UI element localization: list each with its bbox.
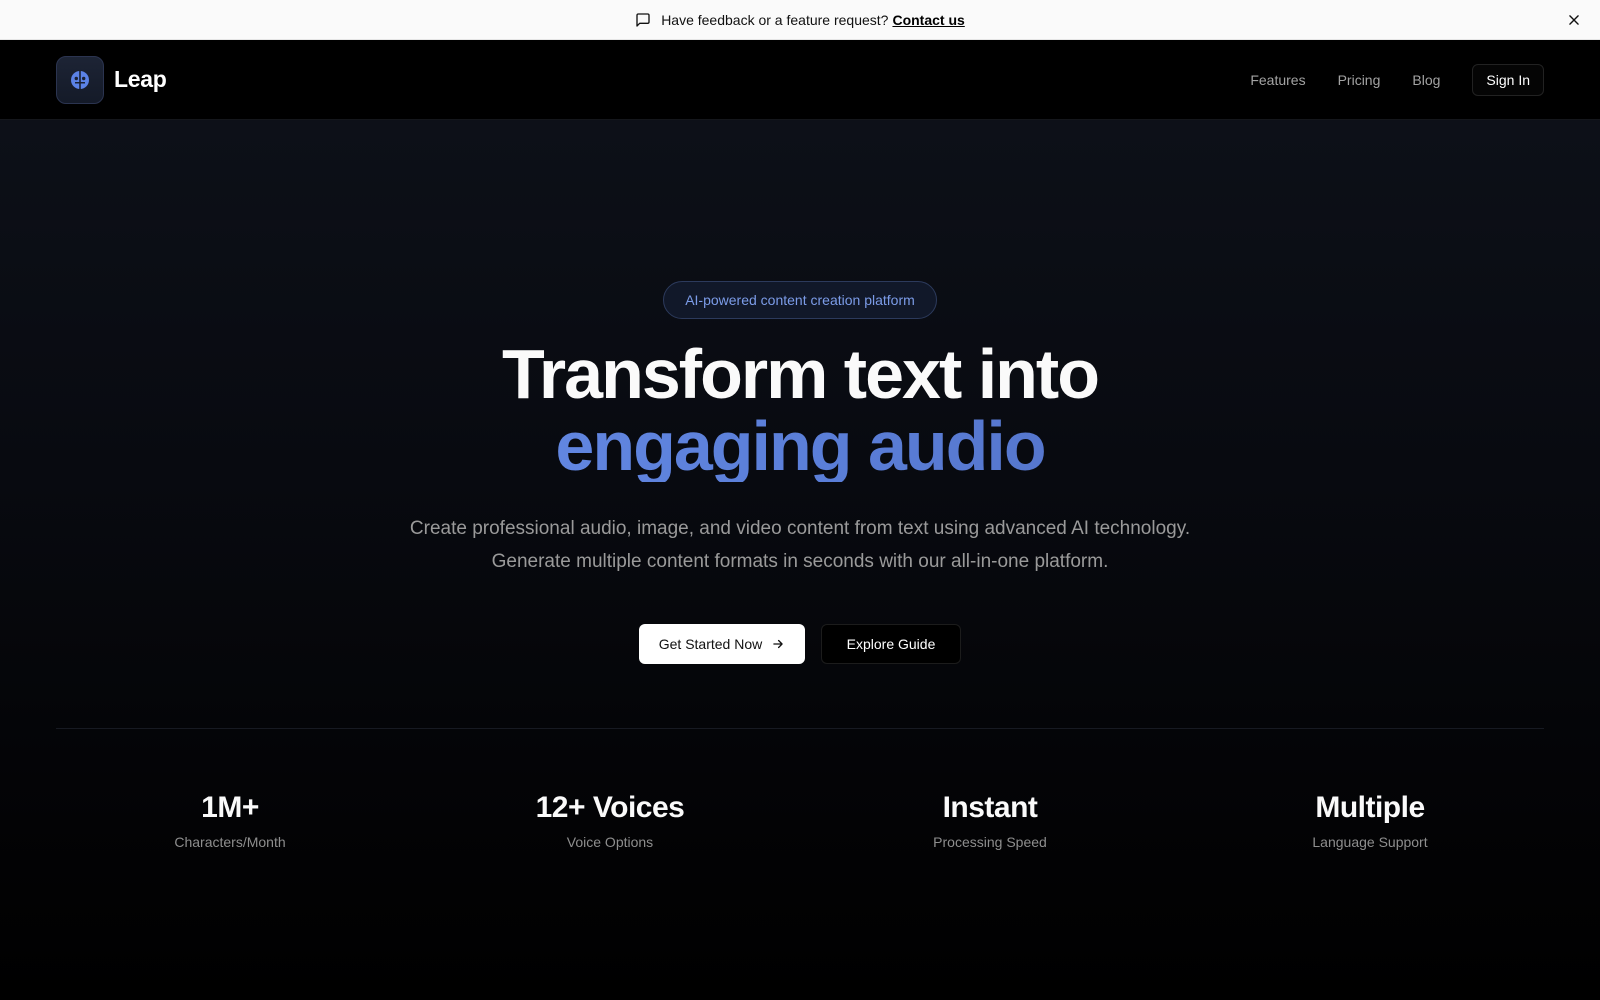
logo[interactable]: [56, 55, 104, 104]
hero-headline: Transform text into engaging audio: [0, 338, 1600, 482]
hero-subtitle: Create professional audio, image, and vi…: [409, 518, 1191, 572]
chat-bubble-icon: [635, 12, 651, 28]
stat-item: Multiple Language Support: [1180, 790, 1560, 850]
headline-line-2: engaging audio: [0, 410, 1600, 482]
explore-guide-button[interactable]: Explore Guide: [821, 624, 961, 664]
hero-section: AI-powered content creation platform Tra…: [0, 120, 1600, 1000]
cta-row: Get Started Now Explore Guide: [0, 624, 1600, 664]
nav-pricing[interactable]: Pricing: [1338, 72, 1381, 88]
stat-value: Multiple: [1315, 791, 1425, 824]
site-header: Leap Features Pricing Blog Sign In: [0, 40, 1600, 120]
stat-item: 12+ Voices Voice Options: [420, 790, 800, 850]
close-icon: [1569, 15, 1579, 25]
stat-label: Processing Speed: [933, 834, 1047, 850]
stat-value: 1M+: [201, 791, 259, 824]
get-started-button[interactable]: Get Started Now: [639, 624, 805, 664]
nav-features[interactable]: Features: [1250, 72, 1305, 88]
stats-row: 1M+ Characters/Month 12+ Voices Voice Op…: [40, 790, 1560, 850]
stat-label: Voice Options: [566, 834, 654, 850]
banner-message: Have feedback or a feature request?: [661, 11, 889, 28]
close-banner-button[interactable]: [1564, 10, 1584, 30]
contact-us-link[interactable]: Contact us: [892, 12, 964, 28]
main-nav: Features Pricing Blog Sign In: [1250, 63, 1544, 96]
section-divider: [56, 728, 1544, 729]
stat-item: Instant Processing Speed: [800, 790, 1180, 850]
stat-item: 1M+ Characters/Month: [40, 790, 420, 850]
stat-value: Instant: [942, 791, 1038, 824]
brand-name: Leap: [114, 66, 167, 92]
arrow-right-icon: [771, 637, 785, 651]
headline-line-1: Transform text into: [502, 335, 1100, 413]
platform-badge: AI-powered content creation platform: [663, 281, 937, 319]
feedback-banner: Have feedback or a feature request? Cont…: [0, 0, 1600, 40]
get-started-label: Get Started Now: [658, 636, 763, 652]
sign-in-button[interactable]: Sign In: [1472, 63, 1544, 96]
stat-label: Language Support: [1312, 834, 1428, 850]
stat-label: Characters/Month: [174, 834, 286, 850]
nav-blog[interactable]: Blog: [1412, 72, 1440, 88]
stat-value: 12+ Voices: [535, 791, 685, 824]
robot-face-icon: [71, 70, 89, 89]
